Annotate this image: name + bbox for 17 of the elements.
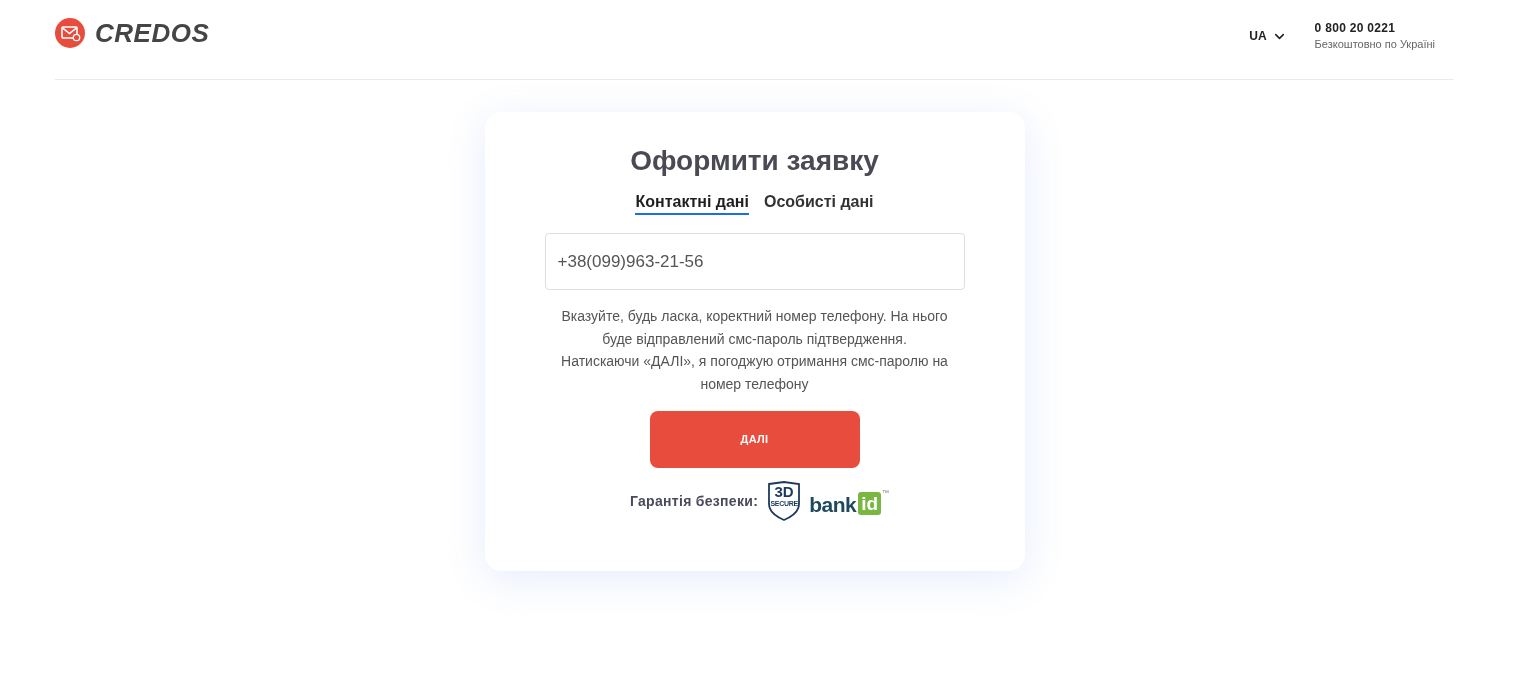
brand-logo-text: CREDOS [95, 18, 210, 48]
logo-text: bank [809, 493, 857, 517]
phone-note: Безкоштовно по Україні [1314, 37, 1435, 52]
hint-paragraph: Вказуйте, будь ласка, коректний номер телефону. На нього буде відправлений смс-пароль підтвердження. [560, 307, 949, 349]
form-tab[interactable]: Контактні дані [635, 192, 749, 215]
hint-paragraph: Натискаючи «ДАЛІ», я погоджую отримання смс-паролю на номер телефону [560, 352, 949, 394]
form-tab[interactable]: Особисті дані [763, 192, 874, 215]
next-button[interactable]: ДАЛІ [649, 411, 860, 468]
envelope-logo-icon [55, 18, 85, 48]
language-selector[interactable]: UA [1249, 27, 1287, 45]
phone-input-field[interactable]: +38(099)963-21-56 [544, 233, 965, 290]
logo-tile: id [858, 492, 882, 515]
shield-icon [767, 481, 802, 521]
phone-number: 0 800 20 0221 [1314, 21, 1397, 36]
logo-text: 3D [774, 484, 794, 500]
form-title: Оформити заявку [630, 144, 879, 178]
security-label: Гарантія безпеки: [629, 491, 759, 511]
